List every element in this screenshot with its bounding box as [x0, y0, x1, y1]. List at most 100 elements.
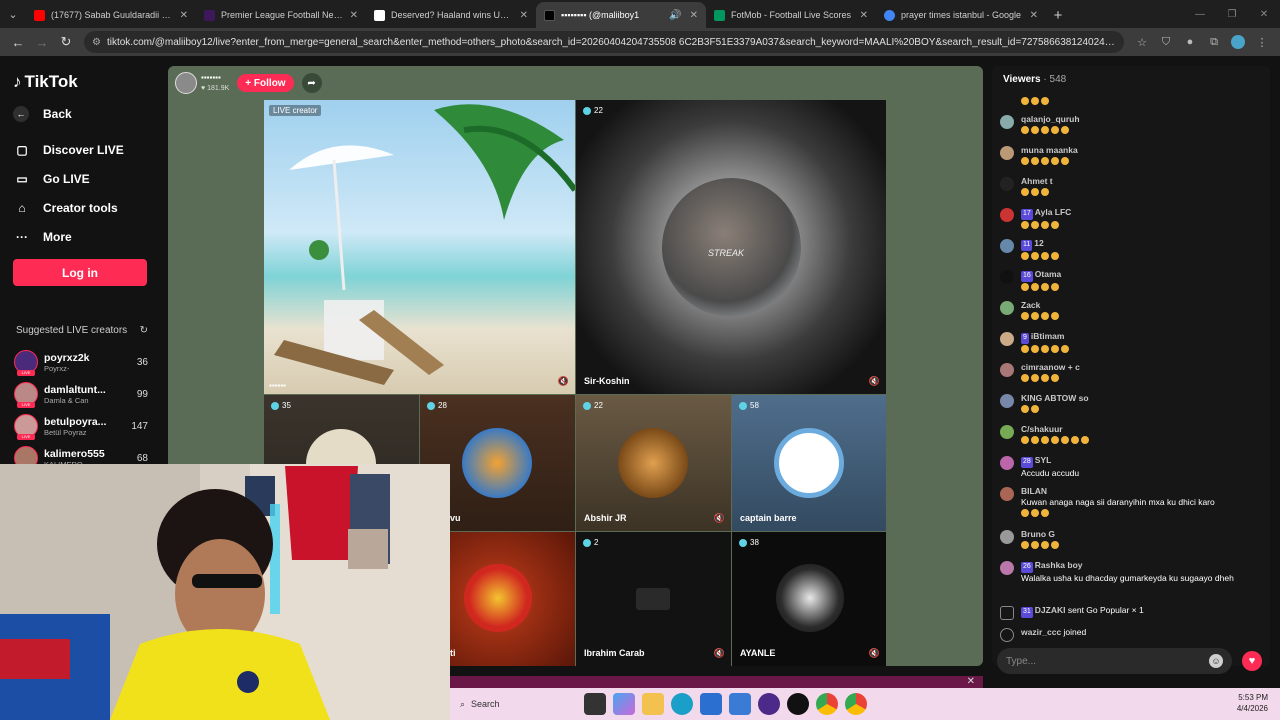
share-icon[interactable]: ➦	[301, 73, 322, 93]
menu-dots-icon[interactable]: ⋮	[1250, 30, 1274, 54]
chrome-icon[interactable]	[815, 693, 838, 715]
task-view-icon[interactable]	[583, 693, 606, 715]
guest-tile[interactable]: 2 Ibrahim Carab 🔇	[576, 532, 731, 666]
store-icon[interactable]	[699, 693, 722, 715]
viewers-header[interactable]: Viewers · 548	[1003, 74, 1066, 85]
gem-icon	[739, 538, 747, 547]
tab-title: Deserved? Haaland wins UEFA	[391, 10, 514, 20]
chat-message[interactable]: 26 Rashka boy Walalka usha ku dhacday guma…	[1000, 560, 1265, 583]
sidebar-item-creator-tools[interactable]: ⌂ Creator tools	[13, 200, 162, 216]
refresh-icon[interactable]: ↻	[140, 325, 148, 336]
chat-message[interactable]: muna maanka	[1000, 145, 1265, 166]
chat-message[interactable]: 17 Ayla LFC	[1000, 207, 1265, 230]
tab-premier-league[interactable]: Premier League Football News, ✕	[196, 2, 366, 28]
streak-overlay: STREAK	[708, 248, 745, 258]
chrome-profile-icon[interactable]	[844, 693, 867, 715]
join-icon	[1000, 628, 1014, 642]
sidebar-item-more[interactable]: ··· More	[13, 229, 162, 245]
back-button[interactable]: ← Back	[13, 106, 162, 122]
shield-icon[interactable]: ⛉	[1154, 30, 1178, 54]
guest-tile[interactable]: 22 Abshir JR 🔇	[576, 395, 731, 531]
forward-arrow-icon[interactable]: →	[30, 30, 54, 54]
main-guest-tile[interactable]: LIVE creator ▪▪▪▪▪▪ 🔇	[264, 100, 575, 394]
gift-heart-button[interactable]: ♥	[1242, 651, 1262, 671]
tab-search-icon[interactable]: ⌄	[0, 0, 26, 28]
sidebar-item-go-live[interactable]: ▭ Go LIVE	[13, 171, 162, 187]
restore-icon[interactable]: ❐	[1216, 0, 1248, 28]
address-bar[interactable]: ⚙ tiktok.com/@maliiboy12/live?enter_from…	[84, 31, 1124, 53]
close-icon[interactable]: ✕	[520, 10, 528, 21]
logo-text: TikTok	[24, 72, 78, 91]
guest-tile[interactable]: 38 AYANLE 🔇	[732, 532, 886, 666]
chat-message[interactable]: 9 iBtimam	[1000, 331, 1265, 354]
tab-tiktok[interactable]: ▪▪▪▪▪▪▪▪ (@maliiboy1 🔊 ✕	[536, 2, 706, 28]
count-value: 2	[594, 538, 599, 547]
chat-message[interactable]	[1000, 95, 1265, 110]
system-clock[interactable]: 5:53 PM 4/4/2026	[1237, 692, 1268, 714]
tab-youtube[interactable]: (17677) Sabab Guuldaradii City ✕	[26, 2, 196, 28]
login-button[interactable]: Log in	[13, 259, 147, 286]
chat-username: Ayla LFC	[1034, 207, 1072, 217]
chat-message[interactable]: 11 12	[1000, 238, 1265, 261]
chat-username: Rashka boy	[1034, 560, 1083, 570]
chat-message[interactable]: cimraanow + c	[1000, 362, 1265, 383]
chat-input[interactable]: Type... ☺	[997, 648, 1232, 674]
tiktok-logo[interactable]: ♪ TikTok	[13, 72, 162, 92]
emoji-icon[interactable]: ☺	[1209, 654, 1223, 668]
suggested-creator[interactable]: LIVE poyrxz2k Poyrxz- 36	[14, 350, 148, 376]
outlook-icon[interactable]	[728, 693, 751, 715]
chat-message[interactable]: BILAN Kuwan anaga naga sii daranyihin mxa…	[1000, 486, 1265, 518]
new-tab-button[interactable]: +	[1046, 2, 1070, 28]
app-circle-icon[interactable]	[757, 693, 780, 715]
chat-message[interactable]: qalanjo_quruh	[1000, 114, 1265, 135]
chat-message[interactable]: KING ABTOW so	[1000, 393, 1265, 414]
chat-message[interactable]: Ahmet t	[1000, 176, 1265, 197]
file-explorer-icon[interactable]	[641, 693, 664, 715]
back-arrow-icon[interactable]: ←	[6, 30, 30, 54]
window-controls: — ❐ ✕	[1184, 0, 1280, 28]
browser-toolbar: ← → ↻ ⚙ tiktok.com/@maliiboy12/live?ente…	[0, 28, 1280, 56]
sidebar-item-discover-live[interactable]: ▢ Discover LIVE	[13, 142, 162, 158]
tab-fotmob[interactable]: FotMob - Football Live Scores ✕	[706, 2, 876, 28]
guest-tile[interactable]: 58 captain barre	[732, 395, 886, 531]
chat-username: C/shakuur	[1021, 424, 1063, 434]
viewers-label: Viewers	[1003, 74, 1041, 85]
suggested-creator[interactable]: LIVE betulpoyra... Betül Poyraz 147	[14, 414, 148, 440]
chat-message[interactable]: 16 Otama	[1000, 269, 1265, 292]
main-guest-tile[interactable]: STREAK 22 Sir-Koshin 🔇	[576, 100, 886, 394]
chat-message[interactable]: 28 SYL Accudu accudu	[1000, 455, 1265, 478]
avatar	[1000, 425, 1014, 439]
chat-message[interactable]: wazir_ccc joined	[1000, 627, 1265, 642]
chat-message[interactable]: C/shakuur	[1000, 424, 1265, 445]
edge-icon[interactable]	[670, 693, 693, 715]
close-icon[interactable]: ✕	[350, 10, 358, 21]
tab-title: prayer times istanbul - Google	[901, 10, 1022, 20]
tab-google[interactable]: prayer times istanbul - Google ✕	[876, 2, 1046, 28]
close-icon[interactable]: ✕	[860, 10, 868, 21]
follow-button[interactable]: + Follow	[237, 74, 294, 92]
close-icon[interactable]: ✕	[690, 10, 698, 21]
speaker-icon[interactable]: 🔊	[669, 10, 681, 21]
man-utd-crest-icon	[464, 564, 532, 632]
extension-circle-icon[interactable]: ●	[1178, 30, 1202, 54]
bookmark-star-icon[interactable]: ☆	[1130, 30, 1154, 54]
tiktok-app-icon[interactable]	[786, 693, 809, 715]
reload-icon[interactable]: ↻	[54, 30, 78, 54]
chat-message[interactable]: Zack	[1000, 300, 1265, 321]
close-icon[interactable]: ✕	[1030, 10, 1038, 21]
copilot-icon[interactable]	[612, 693, 635, 715]
taskbar-search[interactable]: ⌕ Search	[450, 692, 580, 716]
host-avatar[interactable]	[175, 72, 197, 94]
gem-icon	[427, 401, 435, 410]
close-icon[interactable]: ✕	[967, 676, 975, 687]
tab-haaland[interactable]: Deserved? Haaland wins UEFA ✕	[366, 2, 536, 28]
site-info-icon[interactable]: ⚙	[92, 37, 101, 48]
close-window-icon[interactable]: ✕	[1248, 0, 1280, 28]
chat-message[interactable]: 31 DJZAKI sent Go Popular × 1	[1000, 605, 1265, 620]
chat-message[interactable]: Bruno G	[1000, 529, 1265, 550]
profile-avatar-icon[interactable]	[1226, 30, 1250, 54]
suggested-creator[interactable]: LIVE damlaltunt... Damla & Can 99	[14, 382, 148, 408]
extensions-puzzle-icon[interactable]: ⧉	[1202, 30, 1226, 54]
minimize-icon[interactable]: —	[1184, 0, 1216, 28]
close-icon[interactable]: ✕	[180, 10, 188, 21]
